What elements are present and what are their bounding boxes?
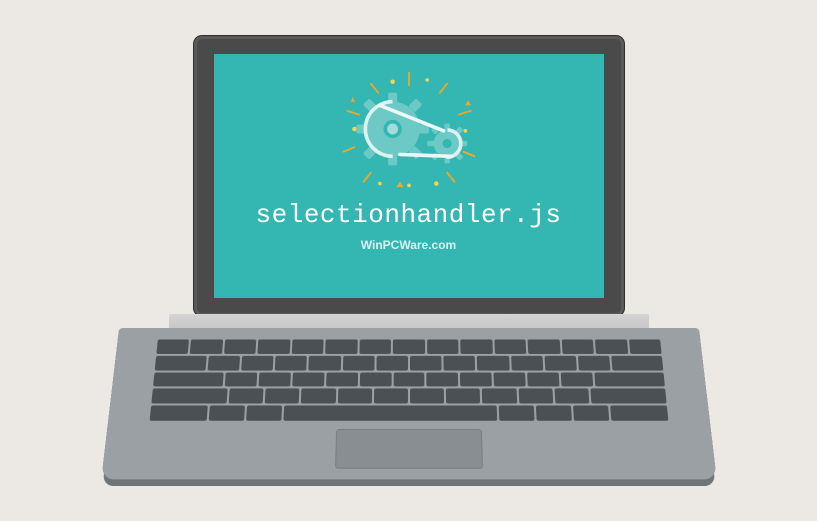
branding-text: WinPCWare.com	[361, 238, 456, 252]
laptop-keyboard	[149, 339, 668, 420]
filename-text: selectionhandler.js	[256, 200, 562, 230]
laptop-illustration: selectionhandler.js WinPCWare.com	[89, 31, 729, 491]
gears-sparkle-icon	[309, 64, 509, 194]
laptop-trackpad	[334, 428, 482, 468]
laptop-screen: selectionhandler.js WinPCWare.com	[214, 54, 604, 298]
laptop-hinge	[169, 314, 649, 328]
laptop-bezel: selectionhandler.js WinPCWare.com	[194, 36, 624, 316]
laptop-deck	[101, 328, 717, 479]
